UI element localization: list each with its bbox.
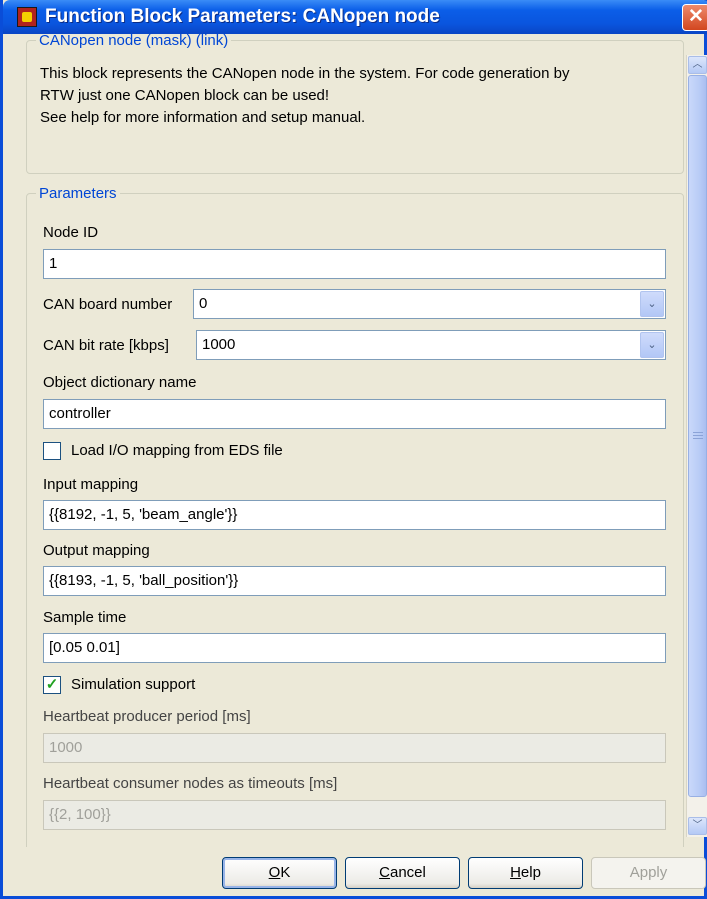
vertical-scrollbar[interactable]: ︿ ﹀ [686, 55, 707, 837]
output-mapping-field[interactable]: {{8193, -1, 5, 'ball_position'}} [43, 566, 666, 596]
heartbeat-producer-field: 1000 [43, 733, 666, 763]
cancel-mnemonic: C [379, 864, 390, 881]
heartbeat-producer-label: Heartbeat producer period [ms] [43, 708, 251, 725]
scrollbar-thumb[interactable] [688, 75, 707, 797]
can-bitrate-value: 1000 [202, 336, 236, 353]
heartbeat-consumer-label: Heartbeat consumer nodes as timeouts [ms… [43, 775, 338, 792]
description-legend: CANopen node (mask) (link) [36, 34, 232, 49]
input-mapping-label: Input mapping [43, 476, 139, 493]
simulation-support-checkbox[interactable]: ✓ [43, 676, 61, 694]
grip-icon [693, 432, 703, 439]
window-title: Function Block Parameters: CANopen node [45, 6, 440, 27]
description-group: CANopen node (mask) (link) This block re… [26, 34, 684, 174]
dialog-content: CANopen node (mask) (link) This block re… [6, 34, 685, 847]
apply-button: Apply [591, 857, 706, 889]
sample-time-field[interactable]: [0.05 0.01] [43, 633, 666, 663]
help-label-rest: elp [520, 864, 541, 881]
can-board-dropdown[interactable]: 0 ⌄ [193, 289, 666, 319]
ok-mnemonic: O [268, 864, 281, 881]
close-button[interactable]: ✕ [682, 4, 707, 31]
object-dictionary-label: Object dictionary name [43, 374, 197, 391]
object-dictionary-field[interactable]: controller [43, 399, 666, 429]
can-bitrate-dropdown[interactable]: 1000 ⌄ [196, 330, 666, 360]
can-bitrate-label: CAN bit rate [kbps] [43, 337, 169, 354]
description-text: This block represents the CANopen node i… [40, 63, 680, 129]
chevron-down-icon[interactable]: ⌄ [640, 332, 664, 358]
node-id-label: Node ID [43, 224, 99, 241]
chevron-down-icon[interactable]: ⌄ [640, 291, 664, 317]
cancel-label-rest: ancel [389, 864, 426, 881]
parameters-legend: Parameters [36, 185, 120, 202]
can-board-label: CAN board number [43, 296, 173, 313]
load-io-checkbox[interactable] [43, 442, 61, 460]
scroll-down-icon[interactable]: ﹀ [688, 817, 707, 835]
load-io-label: Load I/O mapping from EDS file [71, 442, 283, 459]
node-id-field[interactable]: 1 [43, 249, 666, 279]
dialog-window: Function Block Parameters: CANopen node … [0, 0, 707, 899]
help-button[interactable]: Help [468, 857, 583, 889]
ok-button[interactable]: OK [222, 857, 337, 889]
simulation-support-label: Simulation support [71, 676, 196, 693]
title-bar[interactable]: Function Block Parameters: CANopen node … [3, 0, 707, 34]
description-line: This block represents the CANopen node i… [40, 65, 570, 82]
description-line: See help for more information and setup … [40, 109, 366, 126]
close-icon: ✕ [688, 6, 704, 27]
description-line: RTW just one CANopen block can be used! [40, 87, 330, 104]
ok-label-rest: K [280, 864, 291, 881]
cancel-button[interactable]: Cancel [345, 857, 460, 889]
scroll-up-icon[interactable]: ︿ [688, 56, 707, 74]
help-mnemonic: H [510, 864, 521, 881]
output-mapping-label: Output mapping [43, 542, 150, 559]
input-mapping-field[interactable]: {{8192, -1, 5, 'beam_angle'}} [43, 500, 666, 530]
simulink-block-icon [17, 7, 37, 27]
can-board-value: 0 [199, 295, 208, 312]
heartbeat-consumer-field: {{2, 100}} [43, 800, 666, 830]
sample-time-label: Sample time [43, 609, 127, 626]
